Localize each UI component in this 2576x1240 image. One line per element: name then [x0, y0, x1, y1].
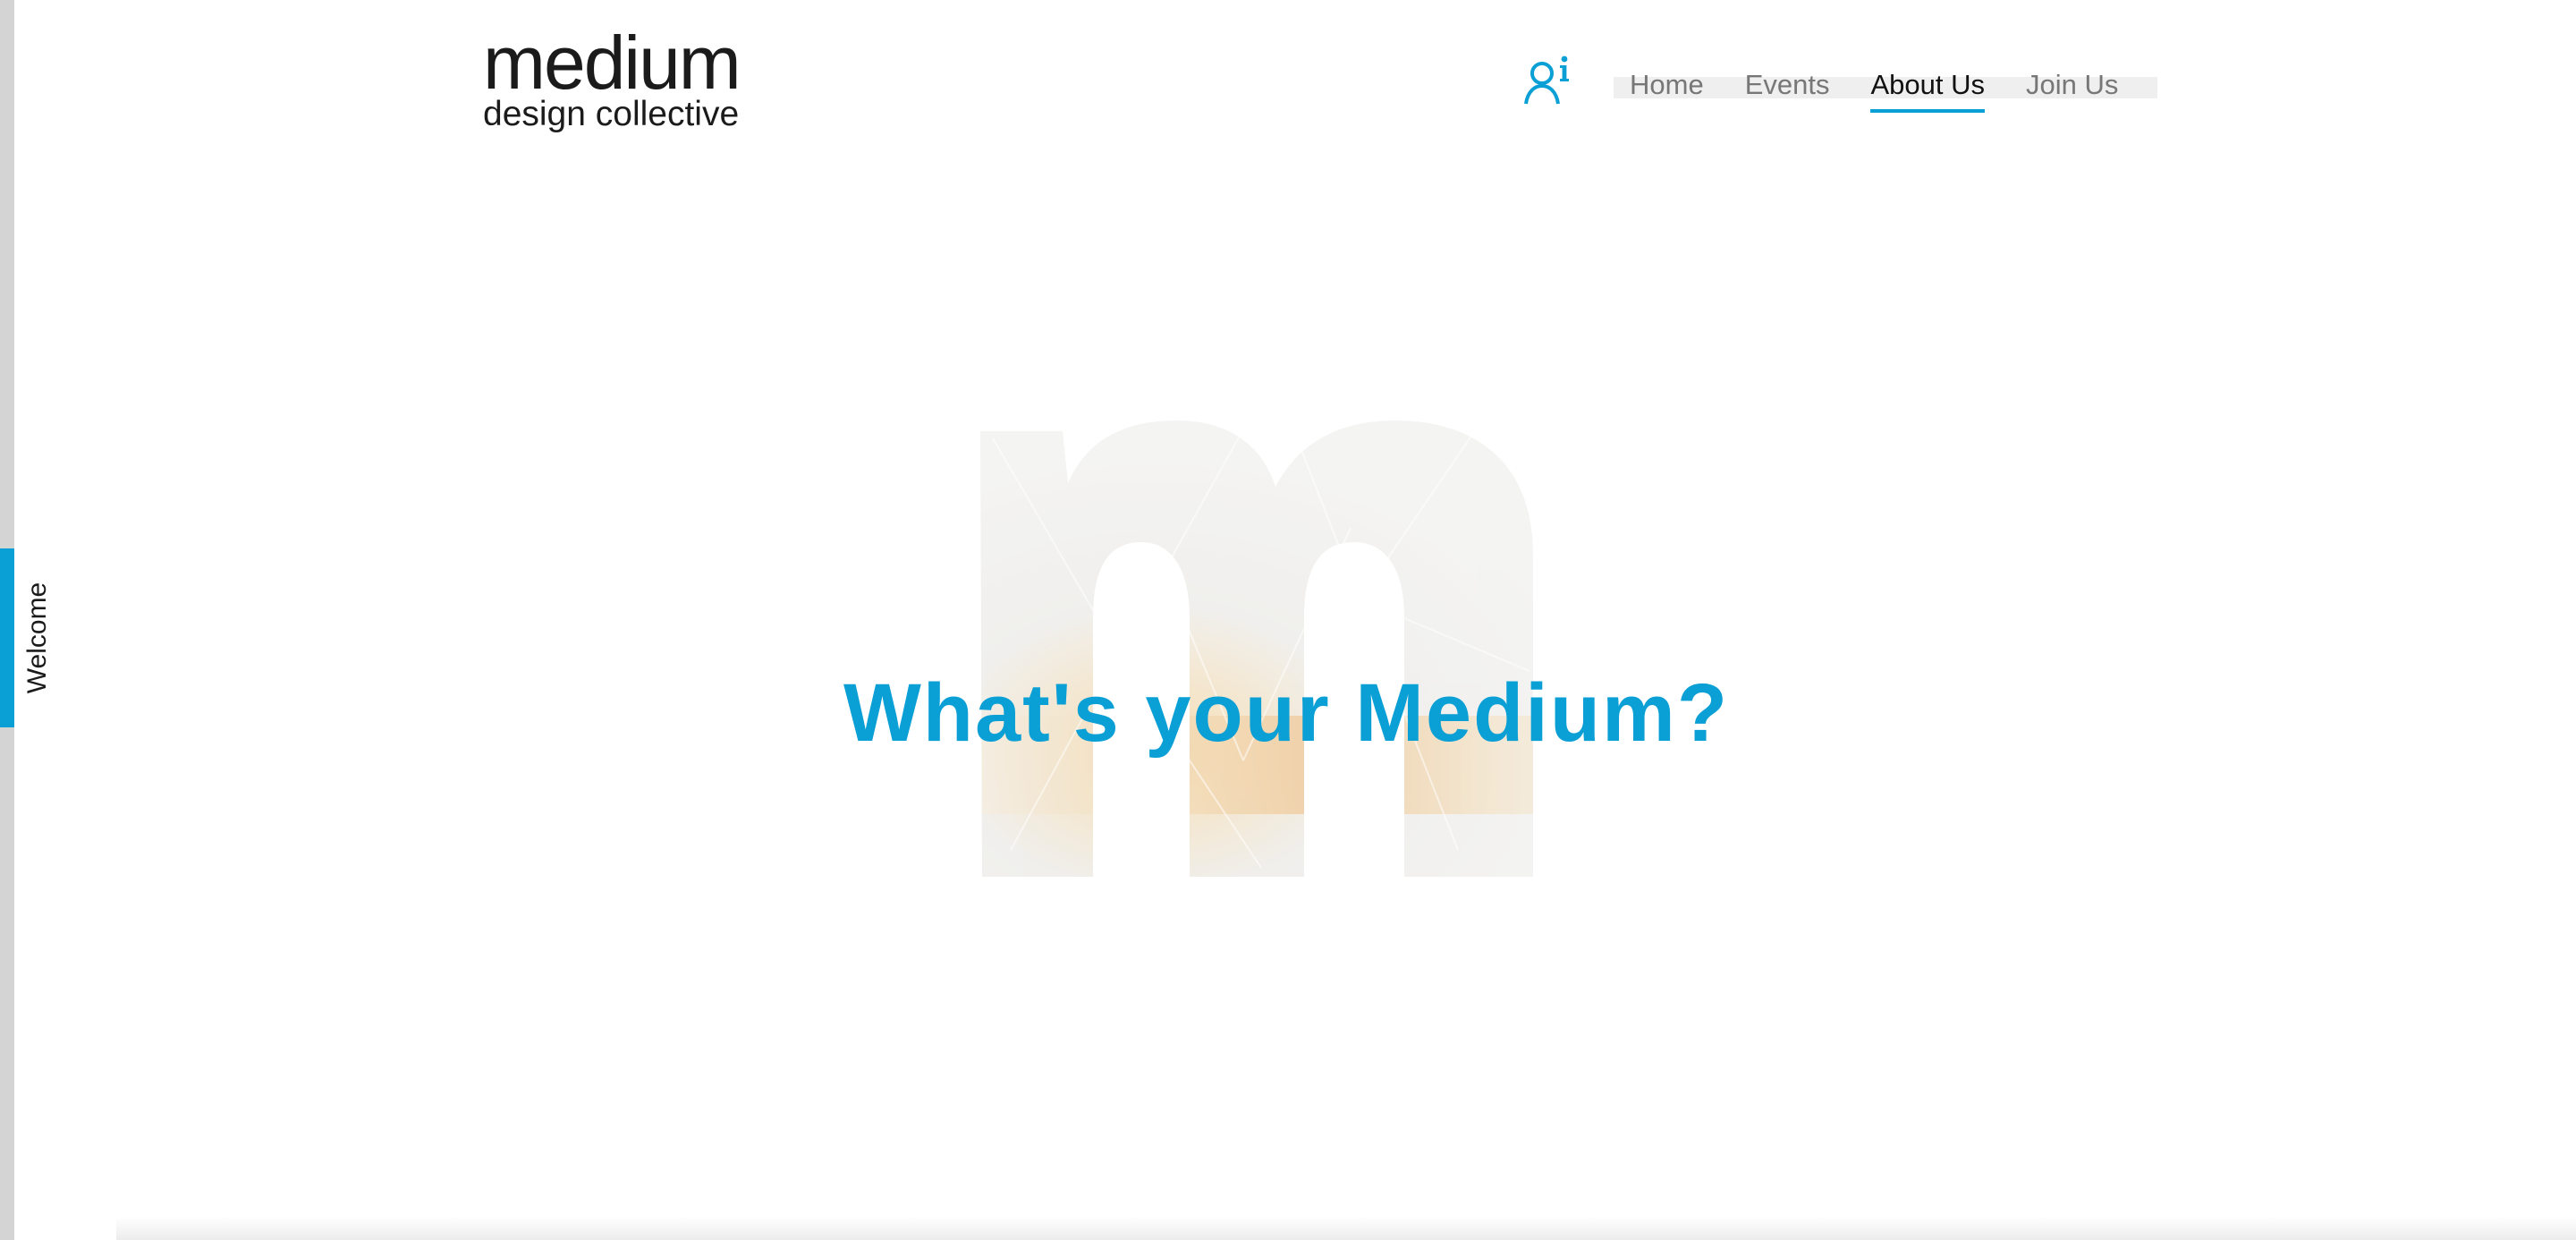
- hero-title: What's your Medium?: [0, 664, 2574, 762]
- nav-item-join-us[interactable]: Join Us: [2026, 63, 2118, 111]
- logo-wordmark: medium: [483, 21, 741, 105]
- logo-tagline: design collective: [483, 95, 740, 133]
- hero-title-text: What's your Medium?: [843, 667, 1730, 759]
- bottom-shadow: [116, 1217, 2576, 1240]
- user-info-icon[interactable]: [1522, 52, 1580, 109]
- hero-m-graphic: [980, 420, 1533, 877]
- nav-item-home[interactable]: Home: [1630, 63, 1704, 111]
- page: Welcome medium design collective Home Ev…: [0, 0, 2576, 1240]
- main-nav: Home Events About Us Join Us: [1614, 63, 2157, 116]
- nav-item-events[interactable]: Events: [1745, 63, 1830, 111]
- nav-item-about-us[interactable]: About Us: [1870, 63, 1985, 113]
- site-logo[interactable]: medium design collective: [483, 25, 751, 141]
